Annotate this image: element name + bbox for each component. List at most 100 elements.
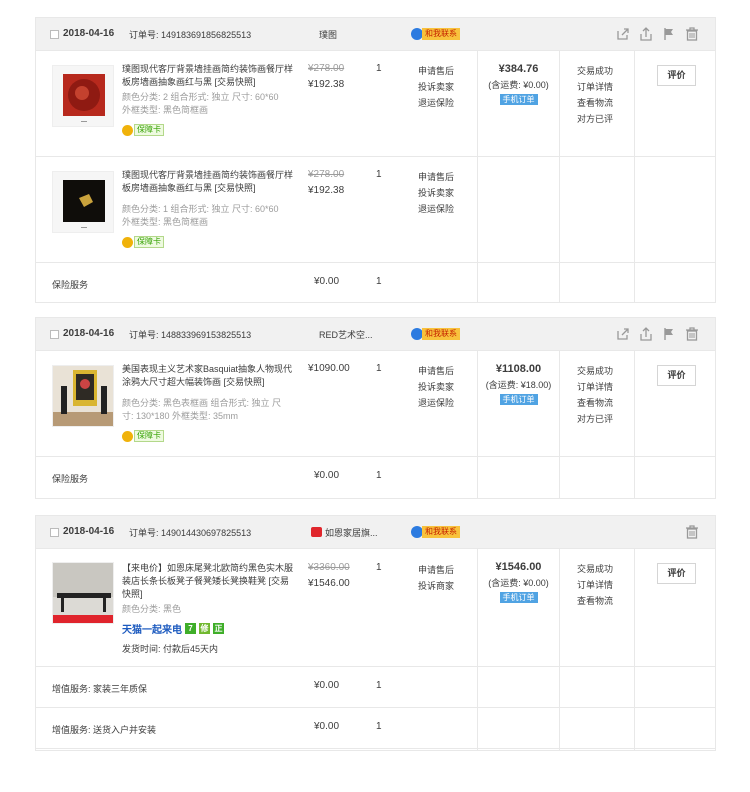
review-button[interactable]: 评价 bbox=[657, 65, 696, 86]
service-price: ¥0.00 bbox=[314, 680, 340, 691]
order-detail-link[interactable]: 订单详情 bbox=[577, 379, 634, 395]
contact-seller-button[interactable]: 和我联系 bbox=[411, 327, 460, 341]
order-action-column: 评价 bbox=[634, 351, 716, 498]
shipping-fee: (含运费: ¥0.00) bbox=[488, 578, 549, 588]
order-header: 2018-04-16 订单号: 149183691856825513 璞图 和我… bbox=[36, 18, 715, 51]
apply-aftersale-link[interactable]: 申请售后 bbox=[418, 169, 454, 185]
order-total: ¥384.76 bbox=[498, 63, 539, 75]
service-price: ¥0.00 bbox=[314, 721, 340, 732]
order-checkbox[interactable] bbox=[50, 30, 59, 39]
complain-link[interactable]: 投诉卖家 bbox=[418, 379, 454, 395]
product-title-link[interactable]: 璞图现代客厅背景墙挂画简约装饰画餐厅样板房墙画抽象画红与黑 [交易快照] bbox=[122, 169, 297, 195]
flag-icon[interactable] bbox=[662, 327, 676, 341]
product-thumbnail[interactable] bbox=[52, 65, 114, 127]
order-checkbox[interactable] bbox=[50, 528, 59, 537]
shop-name-link[interactable]: RED艺术空... bbox=[319, 328, 373, 341]
order-status-column: 交易成功 订单详情 查看物流 对方已评 bbox=[559, 351, 634, 498]
view-logistics-link[interactable]: 查看物流 bbox=[577, 593, 634, 609]
view-logistics-link[interactable]: 查看物流 bbox=[577, 95, 634, 111]
review-button[interactable]: 评价 bbox=[657, 563, 696, 584]
tmall-promo: 天猫一起来电 7 修 正 bbox=[122, 621, 224, 636]
item-operations: 申请售后 投诉卖家 退运保险 bbox=[418, 169, 454, 217]
delivery-time: 发货时间: 付款后45天内 bbox=[122, 644, 219, 654]
return-insurance-link[interactable]: 退运保险 bbox=[418, 395, 454, 411]
product-thumbnail[interactable] bbox=[52, 562, 114, 624]
complain-link[interactable]: 投诉商家 bbox=[418, 578, 454, 594]
guarantee-badge[interactable]: 保障卡 bbox=[122, 124, 164, 136]
order-number: 订单号: 148833969153825513 bbox=[129, 330, 252, 340]
quantity: 1 bbox=[376, 562, 382, 573]
trash-icon[interactable] bbox=[685, 27, 699, 41]
quantity: 1 bbox=[376, 363, 382, 374]
guarantee-badge[interactable]: 保障卡 bbox=[122, 430, 164, 442]
order-number: 订单号: 149014430697825513 bbox=[129, 528, 252, 538]
header-actions bbox=[616, 27, 699, 41]
order-status-column: 交易成功 订单详情 查看物流 对方已评 bbox=[559, 51, 634, 302]
header-actions bbox=[616, 327, 699, 341]
service-price: ¥0.00 bbox=[314, 470, 340, 481]
upload-icon[interactable] bbox=[639, 27, 653, 41]
product-title-link[interactable]: 美国表现主义艺术家Basquiat抽象人物现代涂鸦大尺寸超大幅装饰画 [交易快照… bbox=[122, 363, 297, 389]
mobile-order-tag: 手机订单 bbox=[499, 94, 538, 105]
product-thumbnail[interactable] bbox=[52, 365, 114, 427]
order-detail-link[interactable]: 订单详情 bbox=[577, 577, 634, 593]
share-icon[interactable] bbox=[616, 327, 630, 341]
unit-price: ¥1090.00 bbox=[308, 363, 350, 374]
complain-link[interactable]: 投诉卖家 bbox=[418, 185, 454, 201]
contact-label: 和我联系 bbox=[422, 28, 460, 40]
service-quantity: 1 bbox=[376, 680, 382, 691]
complain-link[interactable]: 投诉卖家 bbox=[418, 79, 454, 95]
order-total-column: ¥1108.00 (含运费: ¥18.00) 手机订单 bbox=[477, 351, 559, 498]
badge-7day-icon: 7 bbox=[185, 623, 196, 634]
return-insurance-link[interactable]: 退运保险 bbox=[418, 201, 454, 217]
shop-name-link[interactable]: 如恩家居旗... bbox=[311, 526, 378, 539]
view-logistics-link[interactable]: 查看物流 bbox=[577, 395, 634, 411]
badge-genuine-icon: 正 bbox=[213, 623, 224, 634]
original-price: ¥3360.00 bbox=[308, 562, 350, 573]
order-detail-link[interactable]: 订单详情 bbox=[577, 79, 634, 95]
shipping-fee: (含运费: ¥0.00) bbox=[488, 80, 549, 90]
order-total-column: ¥384.76 (含运费: ¥0.00) 手机订单 bbox=[477, 51, 559, 302]
original-price: ¥278.00 bbox=[308, 169, 345, 180]
unit-price: ¥1546.00 bbox=[308, 578, 350, 589]
review-button[interactable]: 评价 bbox=[657, 365, 696, 386]
shop-name-link[interactable]: 璞图 bbox=[319, 28, 337, 41]
trade-status: 交易成功 bbox=[577, 366, 614, 376]
guarantee-badge[interactable]: 保障卡 bbox=[122, 236, 164, 248]
item-operations: 申请售后 投诉卖家 退运保险 bbox=[418, 363, 454, 411]
order-checkbox[interactable] bbox=[50, 330, 59, 339]
product-attributes: 颜色分类: 黑色 bbox=[122, 604, 182, 614]
item-operations: 申请售后 投诉商家 bbox=[418, 562, 454, 594]
guarantee-icon bbox=[122, 236, 133, 248]
trash-icon[interactable] bbox=[685, 525, 699, 539]
guarantee-label: 保障卡 bbox=[134, 430, 164, 442]
service-quantity: 1 bbox=[376, 276, 382, 287]
apply-aftersale-link[interactable]: 申请售后 bbox=[418, 363, 454, 379]
product-attributes: 颜色分类: 黑色表框画 组合形式: 独立 尺寸: 130*180 外框类型: 3… bbox=[122, 398, 282, 421]
service-label: 保险服务 bbox=[52, 280, 89, 290]
apply-aftersale-link[interactable]: 申请售后 bbox=[418, 562, 454, 578]
flag-icon[interactable] bbox=[662, 27, 676, 41]
order-total-column: ¥1546.00 (含运费: ¥0.00) 手机订单 bbox=[477, 549, 559, 750]
product-title-link[interactable]: 璞图现代客厅背景墙挂画简约装饰画餐厅样板房墙画抽象画红与黑 [交易快照] bbox=[122, 63, 297, 89]
badge-repair-icon: 修 bbox=[199, 623, 210, 634]
return-insurance-link[interactable]: 退运保险 bbox=[418, 95, 454, 111]
product-thumbnail[interactable] bbox=[52, 171, 114, 233]
apply-aftersale-link[interactable]: 申请售后 bbox=[418, 63, 454, 79]
contact-seller-button[interactable]: 和我联系 bbox=[411, 27, 460, 41]
mobile-order-tag: 手机订单 bbox=[499, 394, 538, 405]
header-actions bbox=[685, 525, 699, 539]
share-icon[interactable] bbox=[616, 27, 630, 41]
contact-seller-button[interactable]: 和我联系 bbox=[411, 525, 460, 539]
order-status-column: 交易成功 订单详情 查看物流 bbox=[559, 549, 634, 750]
order-card: 2018-04-16 订单号: 148833969153825513 RED艺术… bbox=[35, 317, 716, 499]
service-quantity: 1 bbox=[376, 721, 382, 732]
service-price: ¥0.00 bbox=[314, 276, 340, 287]
upload-icon[interactable] bbox=[639, 327, 653, 341]
review-status: 对方已评 bbox=[577, 114, 614, 124]
trash-icon[interactable] bbox=[685, 327, 699, 341]
product-attributes: 颜色分类: 1 组合形式: 独立 尺寸: 60*60 外框类型: 黑色简框画 bbox=[122, 204, 279, 227]
tmall-shop-icon bbox=[311, 527, 322, 537]
product-title-link[interactable]: 【来电价】如恩床尾凳北欧简约黑色实木服装店长条长板凳子餐凳矮长凳换鞋凳 [交易快… bbox=[122, 562, 297, 601]
order-total: ¥1546.00 bbox=[495, 561, 542, 573]
